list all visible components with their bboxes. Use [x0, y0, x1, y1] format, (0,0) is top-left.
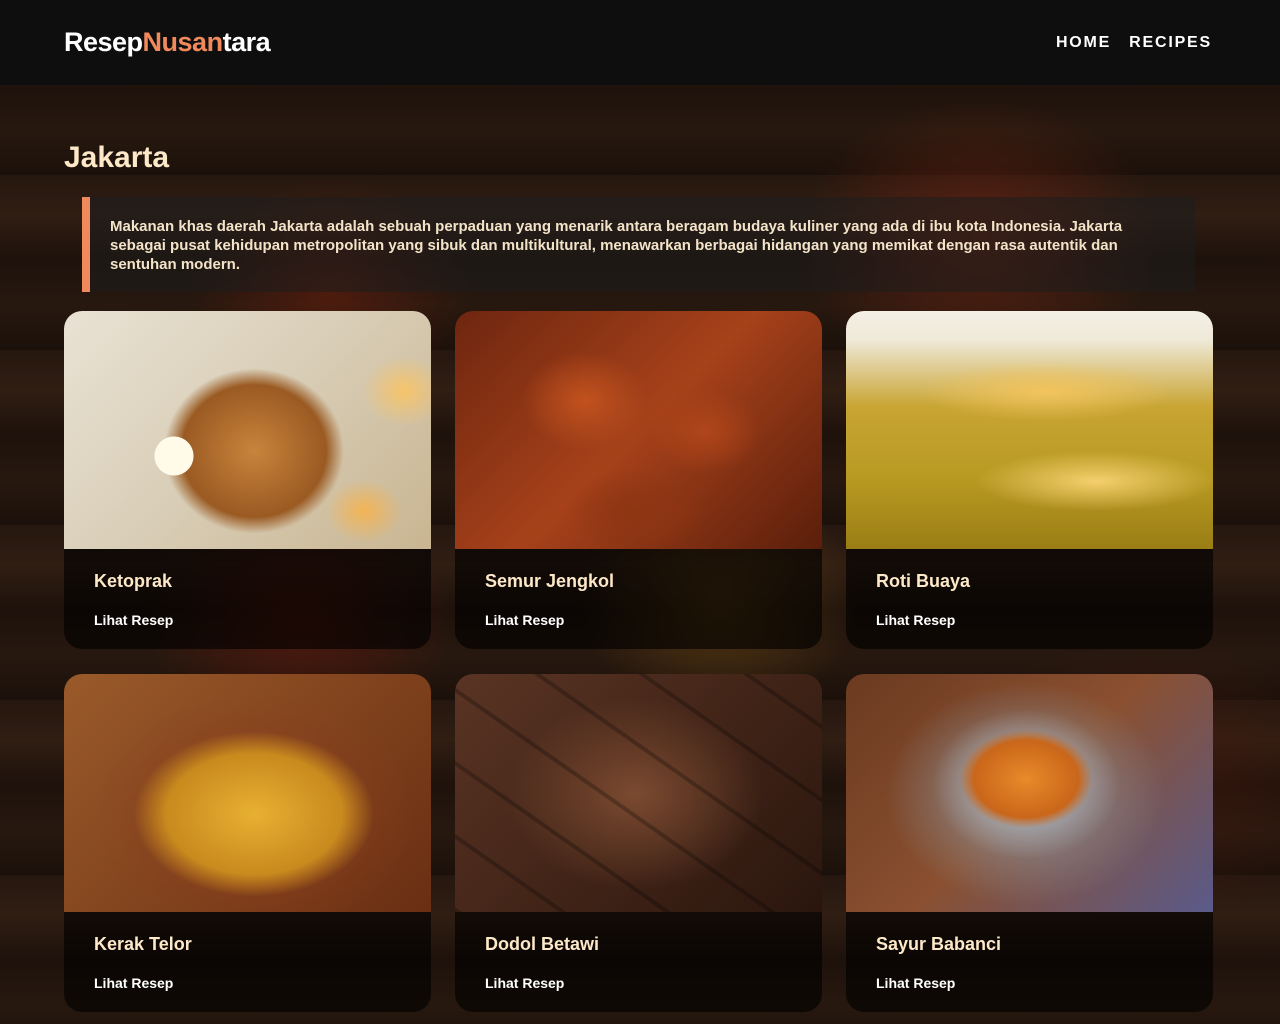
view-recipe-link[interactable]: Lihat Resep [94, 612, 401, 628]
brand-text-accent: Nusan [142, 27, 224, 57]
brand-text-part3: tara [222, 27, 271, 57]
recipe-image-kerak-telor[interactable] [64, 674, 431, 912]
recipe-title: Roti Buaya [876, 571, 971, 591]
view-recipe-link[interactable]: Lihat Resep [876, 612, 1183, 628]
recipe-title: Sayur Babanci [876, 934, 1002, 954]
recipe-image-roti-buaya[interactable] [846, 311, 1213, 549]
page-title: Jakarta [64, 141, 170, 174]
view-recipe-link[interactable]: Lihat Resep [94, 975, 401, 991]
main-content: Jakarta Makanan khas daerah Jakarta adal… [64, 85, 1213, 1012]
recipe-card-ketoprak: Ketoprak Lihat Resep [64, 311, 431, 649]
recipe-image-dodol-betawi[interactable] [455, 674, 822, 912]
recipe-card-dodol-betawi: Dodol Betawi Lihat Resep [455, 674, 822, 1012]
nav-recipes-link[interactable]: RECIPES [1129, 34, 1212, 52]
recipe-title: Dodol Betawi [485, 934, 600, 954]
recipe-title: Semur Jengkol [485, 571, 615, 591]
main-nav: HOME RECIPES [1056, 34, 1212, 52]
view-recipe-link[interactable]: Lihat Resep [876, 975, 1183, 991]
recipe-card-roti-buaya: Roti Buaya Lihat Resep [846, 311, 1213, 649]
recipe-image-sayur-babanci[interactable] [846, 674, 1213, 912]
recipe-title: Ketoprak [94, 571, 173, 591]
recipe-image-semur-jengkol[interactable] [455, 311, 822, 549]
recipe-title: Kerak Telor [94, 934, 192, 954]
recipe-image-ketoprak[interactable] [64, 311, 431, 549]
recipe-card-sayur-babanci: Sayur Babanci Lihat Resep [846, 674, 1213, 1012]
recipe-grid: Ketoprak Lihat Resep Semur Jengkol Lihat… [64, 311, 1213, 1012]
view-recipe-link[interactable]: Lihat Resep [485, 975, 792, 991]
region-description: Makanan khas daerah Jakarta adalah sebua… [82, 197, 1195, 292]
view-recipe-link[interactable]: Lihat Resep [485, 612, 792, 628]
brand-text-part1: Resep [64, 27, 143, 57]
recipe-card-semur-jengkol: Semur Jengkol Lihat Resep [455, 311, 822, 649]
site-logo[interactable]: ResepNusantara [64, 27, 271, 58]
nav-home-link[interactable]: HOME [1056, 34, 1111, 52]
site-header: ResepNusantara HOME RECIPES [0, 0, 1280, 85]
recipe-card-kerak-telor: Kerak Telor Lihat Resep [64, 674, 431, 1012]
